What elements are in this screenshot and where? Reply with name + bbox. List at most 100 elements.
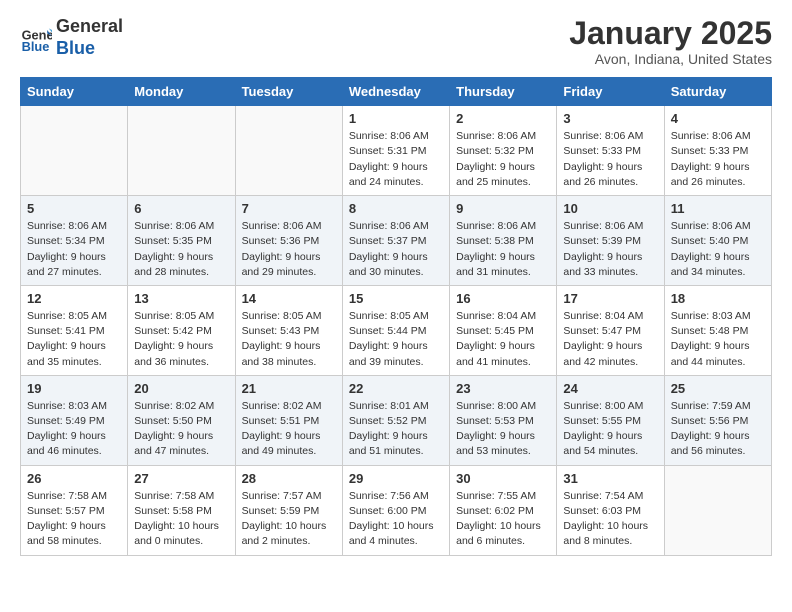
day-cell: 26Sunrise: 7:58 AM Sunset: 5:57 PM Dayli… — [21, 465, 128, 555]
week-row-3: 12 Sunrise: 8:05 AM Sunset: 5:41 PM Dayli… — [21, 285, 772, 375]
day-detail: Sunrise: 8:06 AM Sunset: 5:32 PM Dayligh… — [456, 129, 550, 190]
day-detail: Sunrise: 8:06 AM Sunset: 5:38 PM Dayligh… — [456, 219, 550, 280]
week-row-5: 26Sunrise: 7:58 AM Sunset: 5:57 PM Dayli… — [21, 465, 772, 555]
day-number: 17 — [563, 291, 657, 306]
day-cell: 4 Sunrise: 8:06 AM Sunset: 5:33 PM Daylig… — [664, 106, 771, 196]
day-cell: 18 Sunrise: 8:03 AM Sunset: 5:48 PM Dayli… — [664, 285, 771, 375]
day-number: 2 — [456, 111, 550, 126]
week-row-4: 19Sunrise: 8:03 AM Sunset: 5:49 PM Dayli… — [21, 375, 772, 465]
day-cell — [128, 106, 235, 196]
day-cell: 8 Sunrise: 8:06 AM Sunset: 5:37 PM Daylig… — [342, 196, 449, 286]
day-number: 27 — [134, 471, 228, 486]
day-number: 9 — [456, 201, 550, 216]
day-detail: Sunrise: 8:01 AM Sunset: 5:52 PM Dayligh… — [349, 399, 443, 460]
day-number: 25 — [671, 381, 765, 396]
day-detail: Sunrise: 7:58 AM Sunset: 5:58 PM Dayligh… — [134, 489, 228, 550]
week-row-1: 1Sunrise: 8:06 AM Sunset: 5:31 PM Daylig… — [21, 106, 772, 196]
day-detail: Sunrise: 8:00 AM Sunset: 5:55 PM Dayligh… — [563, 399, 657, 460]
day-cell: 27 Sunrise: 7:58 AM Sunset: 5:58 PM Dayli… — [128, 465, 235, 555]
day-number: 22 — [349, 381, 443, 396]
logo: General Blue General Blue — [20, 16, 123, 59]
day-detail: Sunrise: 8:03 AM Sunset: 5:49 PM Dayligh… — [27, 399, 121, 460]
week-row-2: 5 Sunrise: 8:06 AM Sunset: 5:34 PM Daylig… — [21, 196, 772, 286]
day-number: 1 — [349, 111, 443, 126]
day-cell: 3Sunrise: 8:06 AM Sunset: 5:33 PM Daylig… — [557, 106, 664, 196]
day-cell: 24Sunrise: 8:00 AM Sunset: 5:55 PM Dayli… — [557, 375, 664, 465]
header-sunday: Sunday — [21, 78, 128, 106]
header: General Blue General Blue January 2025 A… — [20, 16, 772, 67]
header-monday: Monday — [128, 78, 235, 106]
day-detail: Sunrise: 7:59 AM Sunset: 5:56 PM Dayligh… — [671, 399, 765, 460]
header-thursday: Thursday — [450, 78, 557, 106]
logo-text: General Blue — [56, 16, 123, 59]
day-cell: 29Sunrise: 7:56 AM Sunset: 6:00 PM Dayli… — [342, 465, 449, 555]
day-detail: Sunrise: 7:58 AM Sunset: 5:57 PM Dayligh… — [27, 489, 121, 550]
header-tuesday: Tuesday — [235, 78, 342, 106]
day-number: 15 — [349, 291, 443, 306]
day-cell: 22 Sunrise: 8:01 AM Sunset: 5:52 PM Dayli… — [342, 375, 449, 465]
calendar: Sunday Monday Tuesday Wednesday Thursday… — [20, 77, 772, 555]
day-cell: 28 Sunrise: 7:57 AM Sunset: 5:59 PM Dayli… — [235, 465, 342, 555]
day-number: 5 — [27, 201, 121, 216]
day-detail: Sunrise: 8:04 AM Sunset: 5:45 PM Dayligh… — [456, 309, 550, 370]
day-cell: 13 Sunrise: 8:05 AM Sunset: 5:42 PM Dayli… — [128, 285, 235, 375]
day-cell: 15 Sunrise: 8:05 AM Sunset: 5:44 PM Dayli… — [342, 285, 449, 375]
day-detail: Sunrise: 7:56 AM Sunset: 6:00 PM Dayligh… — [349, 489, 443, 550]
day-cell: 2 Sunrise: 8:06 AM Sunset: 5:32 PM Daylig… — [450, 106, 557, 196]
day-detail: Sunrise: 7:57 AM Sunset: 5:59 PM Dayligh… — [242, 489, 336, 550]
title-block: January 2025 Avon, Indiana, United State… — [569, 16, 772, 67]
day-detail: Sunrise: 8:04 AM Sunset: 5:47 PM Dayligh… — [563, 309, 657, 370]
calendar-body: 1Sunrise: 8:06 AM Sunset: 5:31 PM Daylig… — [21, 106, 772, 555]
day-number: 7 — [242, 201, 336, 216]
day-cell: 10Sunrise: 8:06 AM Sunset: 5:39 PM Dayli… — [557, 196, 664, 286]
day-cell — [21, 106, 128, 196]
day-cell: 7Sunrise: 8:06 AM Sunset: 5:36 PM Daylig… — [235, 196, 342, 286]
day-cell: 16 Sunrise: 8:04 AM Sunset: 5:45 PM Dayli… — [450, 285, 557, 375]
day-number: 4 — [671, 111, 765, 126]
day-detail: Sunrise: 8:05 AM Sunset: 5:42 PM Dayligh… — [134, 309, 228, 370]
day-detail: Sunrise: 8:06 AM Sunset: 5:40 PM Dayligh… — [671, 219, 765, 280]
day-detail: Sunrise: 8:03 AM Sunset: 5:48 PM Dayligh… — [671, 309, 765, 370]
day-number: 13 — [134, 291, 228, 306]
day-cell: 12 Sunrise: 8:05 AM Sunset: 5:41 PM Dayli… — [21, 285, 128, 375]
day-number: 16 — [456, 291, 550, 306]
logo-icon: General Blue — [20, 22, 52, 54]
day-number: 21 — [242, 381, 336, 396]
day-cell: 1Sunrise: 8:06 AM Sunset: 5:31 PM Daylig… — [342, 106, 449, 196]
page: General Blue General Blue January 2025 A… — [0, 0, 792, 576]
day-cell: 30 Sunrise: 7:55 AM Sunset: 6:02 PM Dayli… — [450, 465, 557, 555]
header-wednesday: Wednesday — [342, 78, 449, 106]
day-number: 12 — [27, 291, 121, 306]
day-number: 30 — [456, 471, 550, 486]
day-detail: Sunrise: 8:00 AM Sunset: 5:53 PM Dayligh… — [456, 399, 550, 460]
weekday-row: Sunday Monday Tuesday Wednesday Thursday… — [21, 78, 772, 106]
day-detail: Sunrise: 8:06 AM Sunset: 5:34 PM Dayligh… — [27, 219, 121, 280]
day-cell: 23Sunrise: 8:00 AM Sunset: 5:53 PM Dayli… — [450, 375, 557, 465]
day-cell: 25 Sunrise: 7:59 AM Sunset: 5:56 PM Dayli… — [664, 375, 771, 465]
day-number: 28 — [242, 471, 336, 486]
day-cell: 31 Sunrise: 7:54 AM Sunset: 6:03 PM Dayli… — [557, 465, 664, 555]
location: Avon, Indiana, United States — [569, 51, 772, 67]
day-cell: 11Sunrise: 8:06 AM Sunset: 5:40 PM Dayli… — [664, 196, 771, 286]
day-cell: 9 Sunrise: 8:06 AM Sunset: 5:38 PM Daylig… — [450, 196, 557, 286]
day-cell — [235, 106, 342, 196]
day-detail: Sunrise: 8:05 AM Sunset: 5:41 PM Dayligh… — [27, 309, 121, 370]
day-detail: Sunrise: 8:06 AM Sunset: 5:37 PM Dayligh… — [349, 219, 443, 280]
day-detail: Sunrise: 8:02 AM Sunset: 5:50 PM Dayligh… — [134, 399, 228, 460]
day-cell: 21Sunrise: 8:02 AM Sunset: 5:51 PM Dayli… — [235, 375, 342, 465]
day-number: 18 — [671, 291, 765, 306]
day-cell: 5 Sunrise: 8:06 AM Sunset: 5:34 PM Daylig… — [21, 196, 128, 286]
day-number: 31 — [563, 471, 657, 486]
day-number: 10 — [563, 201, 657, 216]
day-detail: Sunrise: 8:05 AM Sunset: 5:44 PM Dayligh… — [349, 309, 443, 370]
day-detail: Sunrise: 7:55 AM Sunset: 6:02 PM Dayligh… — [456, 489, 550, 550]
day-cell: 14Sunrise: 8:05 AM Sunset: 5:43 PM Dayli… — [235, 285, 342, 375]
day-cell: 17 Sunrise: 8:04 AM Sunset: 5:47 PM Dayli… — [557, 285, 664, 375]
day-number: 6 — [134, 201, 228, 216]
day-detail: Sunrise: 7:54 AM Sunset: 6:03 PM Dayligh… — [563, 489, 657, 550]
day-number: 20 — [134, 381, 228, 396]
day-detail: Sunrise: 8:06 AM Sunset: 5:33 PM Dayligh… — [671, 129, 765, 190]
header-saturday: Saturday — [664, 78, 771, 106]
day-cell: 20 Sunrise: 8:02 AM Sunset: 5:50 PM Dayli… — [128, 375, 235, 465]
day-number: 8 — [349, 201, 443, 216]
